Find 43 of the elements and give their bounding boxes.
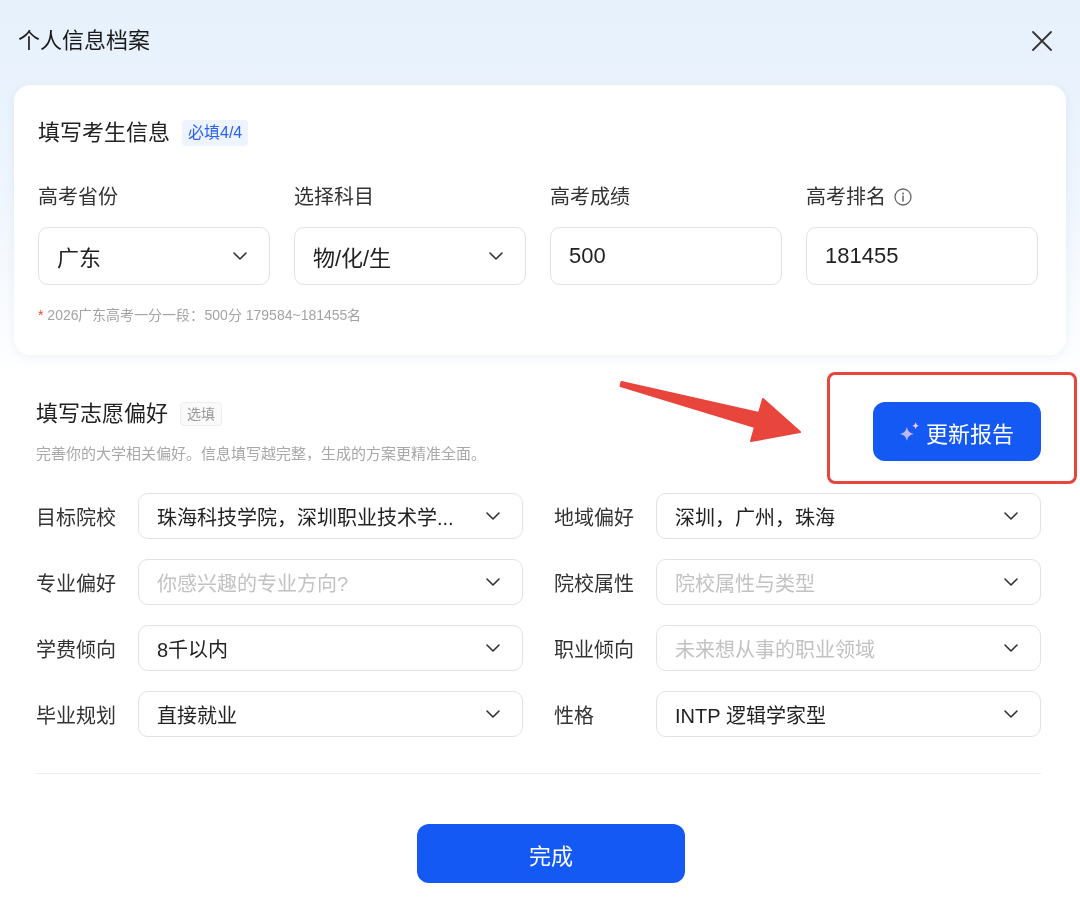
section-title: 填写志愿偏好 [36,400,168,428]
dialog-title: 个人信息档案 [18,27,150,55]
update-report-button[interactable]: 更新报告 [873,402,1041,461]
required-tag: 必填4/4 [182,120,249,146]
chevron-down-icon [486,578,500,586]
field-label: 目标院校 [36,505,117,531]
chevron-down-icon [489,252,503,260]
field-label: 选择科目 [294,185,374,210]
chevron-down-icon [1004,710,1018,718]
field-label: 高考省份 [38,185,118,210]
score-rank-note: * 2026广东高考一分一段：500分 179584~181455名 [38,306,363,325]
chevron-down-icon [233,252,247,260]
optional-tag: 选填 [180,402,222,426]
chevron-down-icon [1004,512,1018,520]
field-label: 专业偏好 [36,571,117,597]
field-label: 性格 [554,703,595,729]
chevron-down-icon [486,512,500,520]
section-title: 填写考生信息 [38,119,170,147]
dropdown-field[interactable]: 深圳，广州，珠海 [656,493,1041,539]
dropdown-field[interactable]: 广东 [38,227,270,285]
chevron-down-icon [1004,578,1018,586]
dropdown-field[interactable]: 物/化/生 [294,227,526,285]
field-label: 高考成绩 [550,185,630,210]
chevron-down-icon [1004,644,1018,652]
info-icon[interactable] [894,188,912,206]
chevron-down-icon [486,710,500,718]
field-label: 院校属性 [554,571,635,597]
dropdown-field[interactable]: 直接就业 [138,691,523,737]
field-label: 地域偏好 [554,505,635,531]
dropdown-field[interactable]: 珠海科技学院，深圳职业技术学... [138,493,523,539]
done-button[interactable]: 完成 [417,824,685,883]
sparkle-icon [900,422,920,441]
close-icon[interactable] [1032,31,1052,51]
text-field[interactable]: 181455 [806,227,1038,285]
chevron-down-icon [486,644,500,652]
dropdown-field[interactable]: INTP 逻辑学家型 [656,691,1041,737]
section-description: 完善你的大学相关偏好。信息填写越完整，生成的方案更精准全面。 [36,444,486,464]
text-field[interactable]: 500 [550,227,782,285]
field-label: 学费倾向 [36,637,117,663]
field-label: 毕业规划 [36,703,117,729]
dropdown-field[interactable]: 8千以内 [138,625,523,671]
field-label: 职业倾向 [554,637,635,663]
field-label: 高考排名 [806,185,886,210]
